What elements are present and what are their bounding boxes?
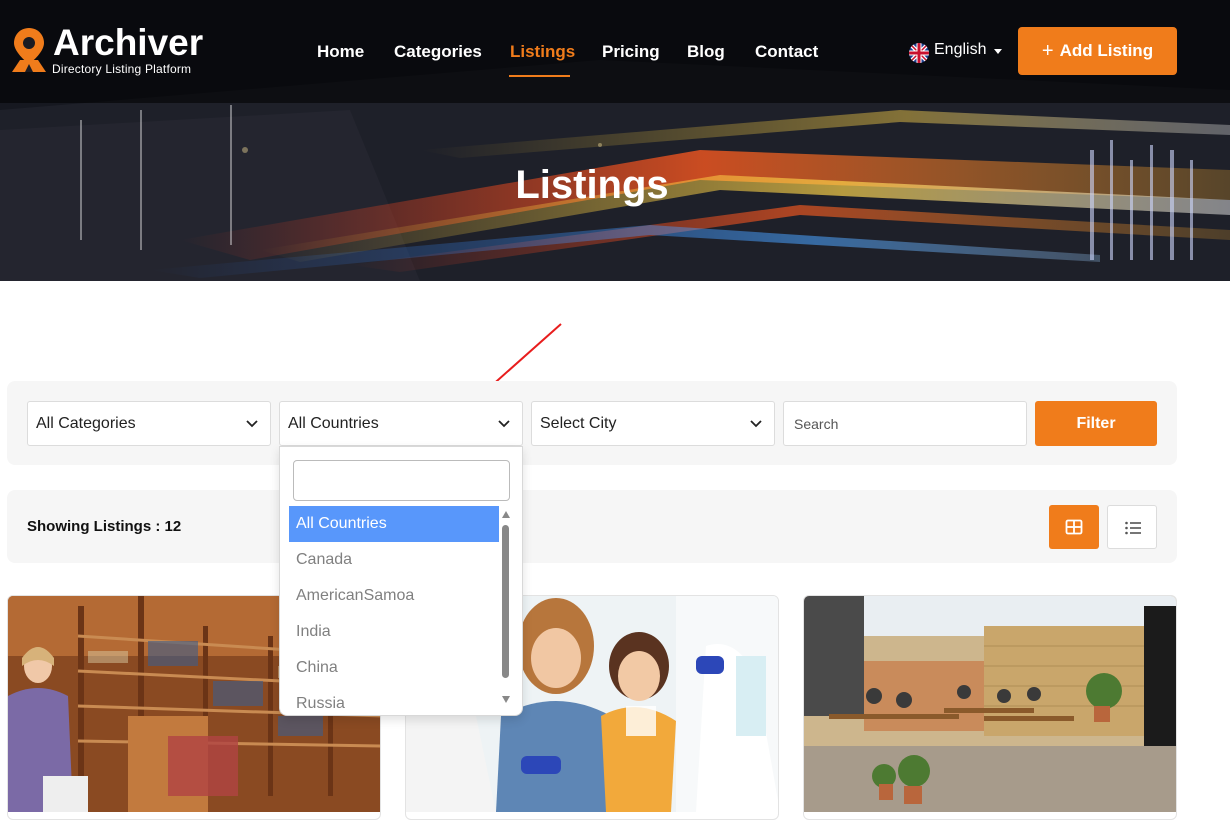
country-option-canada[interactable]: Canada xyxy=(289,542,499,578)
filter-button[interactable]: Filter xyxy=(1035,401,1157,446)
country-option-americansamoa[interactable]: AmericanSamoa xyxy=(289,578,499,614)
chevron-down-icon xyxy=(750,420,762,428)
results-panel xyxy=(7,490,1177,563)
plus-icon: + xyxy=(1041,40,1054,62)
dropdown-scrollbar[interactable] xyxy=(502,525,509,678)
country-dropdown: All Countries Canada AmericanSamoa India… xyxy=(279,446,523,716)
country-select[interactable]: All Countries xyxy=(279,401,523,446)
nav-blog[interactable]: Blog xyxy=(687,42,725,62)
country-option-all[interactable]: All Countries xyxy=(289,506,499,542)
nav-home[interactable]: Home xyxy=(317,42,364,62)
list-view-button[interactable] xyxy=(1107,505,1157,549)
nav-listings[interactable]: Listings xyxy=(510,42,575,62)
list-icon xyxy=(1125,521,1141,535)
add-listing-label: Add Listing xyxy=(1059,41,1154,60)
beer-garden-photo xyxy=(804,596,1176,812)
city-select[interactable]: Select City xyxy=(531,401,775,446)
listing-card[interactable] xyxy=(803,595,1177,820)
grid-icon xyxy=(1065,519,1083,535)
add-listing-button[interactable]: + Add Listing xyxy=(1018,27,1177,75)
grid-view-button[interactable] xyxy=(1049,505,1099,549)
category-select-value: All Categories xyxy=(36,415,136,432)
nav-pricing[interactable]: Pricing xyxy=(602,42,660,62)
page-title: Listings xyxy=(515,163,669,207)
uk-flag-icon xyxy=(909,43,929,63)
city-select-value: Select City xyxy=(540,415,617,432)
category-select[interactable]: All Categories xyxy=(27,401,271,446)
language-label: English xyxy=(934,41,987,58)
chevron-down-icon xyxy=(498,420,510,428)
country-options-list: All Countries Canada AmericanSamoa India… xyxy=(289,506,499,711)
country-option-russia[interactable]: Russia xyxy=(289,686,499,711)
country-option-china[interactable]: China xyxy=(289,650,499,686)
search-input[interactable] xyxy=(783,401,1027,446)
scroll-down-arrow-icon[interactable] xyxy=(502,696,510,703)
scroll-up-arrow-icon[interactable] xyxy=(502,511,510,518)
nav-active-indicator xyxy=(509,75,570,77)
chevron-down-icon xyxy=(246,420,258,428)
nav-contact[interactable]: Contact xyxy=(755,42,818,62)
country-option-india[interactable]: India xyxy=(289,614,499,650)
nav-categories[interactable]: Categories xyxy=(394,42,482,62)
dropdown-search-input[interactable] xyxy=(293,460,510,501)
caret-down-icon xyxy=(994,49,1002,54)
country-select-value: All Countries xyxy=(288,415,379,432)
hero-banner: Archiver Directory Listing Platform Home… xyxy=(0,0,1230,281)
results-count: Showing Listings : 12 xyxy=(27,518,182,535)
